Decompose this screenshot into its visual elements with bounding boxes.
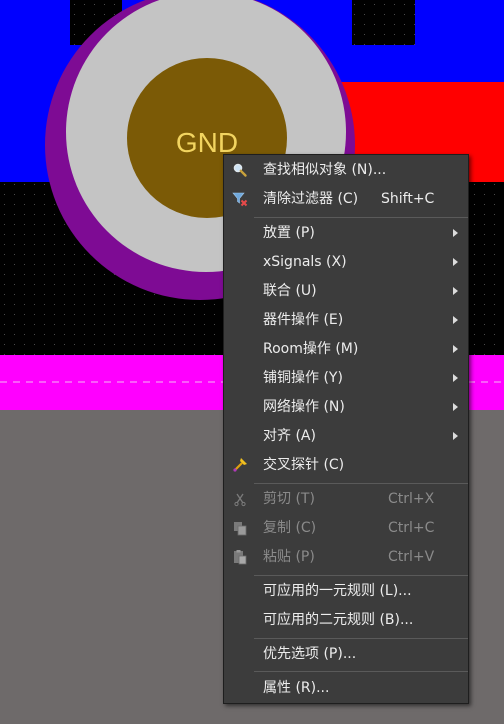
- menu-separator: [254, 217, 468, 218]
- submenu-arrow-icon: [453, 403, 458, 411]
- submenu-arrow-icon: [453, 229, 458, 237]
- submenu-arrow-icon: [453, 432, 458, 440]
- menu-item-binary-rules[interactable]: 可应用的二元规则 (B)...: [224, 606, 468, 635]
- menu-item-room-actions[interactable]: Room操作 (M): [224, 335, 468, 364]
- submenu-arrow-icon: [453, 258, 458, 266]
- menu-item-paste[interactable]: 粘贴 (P) Ctrl+V: [224, 543, 468, 572]
- clear-filter-icon: [232, 192, 248, 207]
- menu-item-properties[interactable]: 属性 (R)...: [224, 674, 468, 703]
- menu-separator: [254, 638, 468, 639]
- context-menu: 查找相似对象 (N)... 清除过滤器 (C) Shift+C 放置 (P) x…: [223, 154, 469, 704]
- menu-item-copy[interactable]: 复制 (C) Ctrl+C: [224, 514, 468, 543]
- submenu-arrow-icon: [453, 287, 458, 295]
- menu-item-preferences[interactable]: 优先选项 (P)...: [224, 640, 468, 669]
- cross-probe-icon: [233, 458, 247, 472]
- menu-separator: [254, 671, 468, 672]
- menu-item-clear-filter[interactable]: 清除过滤器 (C) Shift+C: [224, 185, 468, 214]
- menu-item-place[interactable]: 放置 (P): [224, 219, 468, 248]
- menu-item-net-actions[interactable]: 网络操作 (N): [224, 393, 468, 422]
- submenu-arrow-icon: [453, 316, 458, 324]
- cut-icon: [234, 493, 246, 507]
- menu-item-polygon-actions[interactable]: 铺铜操作 (Y): [224, 364, 468, 393]
- menu-separator: [254, 575, 468, 576]
- menu-item-cut[interactable]: 剪切 (T) Ctrl+X: [224, 485, 468, 514]
- menu-separator: [254, 483, 468, 484]
- menu-item-xsignals[interactable]: xSignals (X): [224, 248, 468, 277]
- submenu-arrow-icon: [453, 345, 458, 353]
- copy-icon: [234, 522, 247, 536]
- menu-item-cross-probe[interactable]: 交叉探针 (C): [224, 451, 468, 480]
- menu-item-unary-rules[interactable]: 可应用的一元规则 (L)...: [224, 577, 468, 606]
- submenu-arrow-icon: [453, 374, 458, 382]
- menu-item-component-actions[interactable]: 器件操作 (E): [224, 306, 468, 335]
- paste-icon: [234, 550, 247, 565]
- search-icon: [233, 163, 247, 177]
- menu-item-union[interactable]: 联合 (U): [224, 277, 468, 306]
- menu-item-align[interactable]: 对齐 (A): [224, 422, 468, 451]
- menu-item-find-similar[interactable]: 查找相似对象 (N)...: [224, 156, 468, 185]
